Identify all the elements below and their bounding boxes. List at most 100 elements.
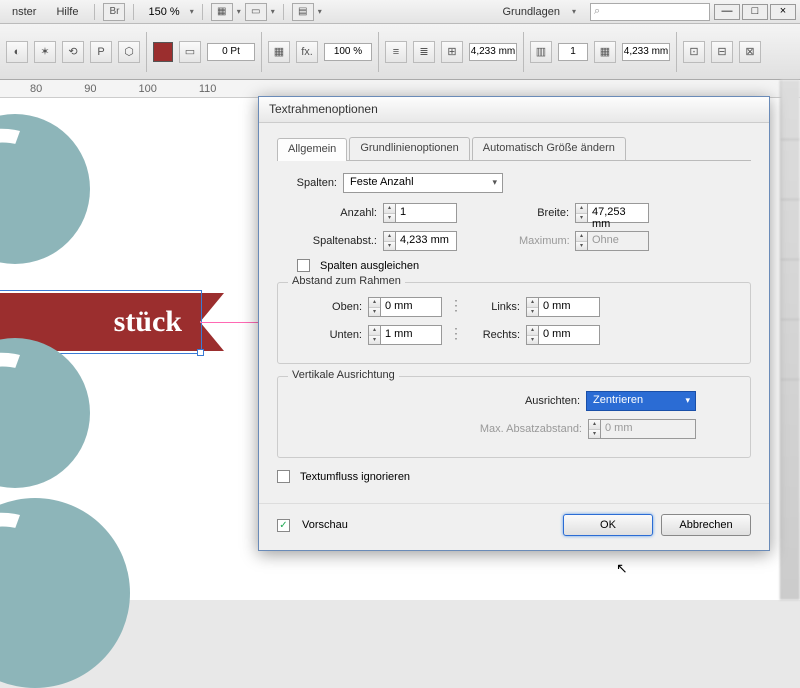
close-button[interactable]: × <box>770 4 796 20</box>
separator <box>94 4 95 20</box>
inset-spacing-group: Abstand zum Rahmen Oben: ▴▾0 mm ⋮ Links:… <box>277 282 751 364</box>
dialog-title: Textrahmenoptionen <box>259 97 769 123</box>
align-dropdown[interactable]: Zentrieren <box>586 391 696 411</box>
arrange-button[interactable]: ▤ <box>292 3 314 21</box>
artwork-circle <box>0 498 130 688</box>
dialog-tabs: Allgemein Grundlinienoptionen Automatisc… <box>277 137 751 161</box>
bottom-label: Unten: <box>292 329 362 341</box>
separator <box>676 32 677 72</box>
link-icon[interactable]: ⋮ <box>448 297 464 317</box>
view-options-button[interactable]: ▦ <box>211 3 233 21</box>
ignore-textwrap-checkbox[interactable] <box>277 470 290 483</box>
columns-icon[interactable]: ▥ <box>530 41 552 63</box>
tool-icon[interactable]: ⊡ <box>683 41 705 63</box>
link-icon[interactable]: ⋮ <box>448 325 464 345</box>
maximize-button[interactable]: □ <box>742 4 768 20</box>
gutter-input[interactable]: ▴▾4,233 mm <box>383 231 457 251</box>
chevron-down-icon[interactable]: ▾ <box>190 7 194 16</box>
menu-window[interactable]: nster <box>4 4 44 20</box>
menu-help[interactable]: Hilfe <box>48 4 86 20</box>
max-paragraph-spacing-input: ▴▾0 mm <box>588 419 696 439</box>
tool-icon[interactable]: ⊟ <box>711 41 733 63</box>
tool-icon[interactable]: ▦ <box>268 41 290 63</box>
tool-icon[interactable]: ⬡ <box>118 41 140 63</box>
columns-mode-dropdown[interactable]: Feste Anzahl <box>343 173 503 193</box>
columns-label: Spalten: <box>277 177 337 189</box>
vertical-justification-group: Vertikale Ausrichtung Ausrichten: Zentri… <box>277 376 751 458</box>
minimize-button[interactable]: — <box>714 4 740 20</box>
chevron-down-icon[interactable]: ▾ <box>572 7 576 16</box>
align-icon[interactable]: ≡ <box>385 41 407 63</box>
preview-label: Vorschau <box>302 519 348 531</box>
dialog-footer: Vorschau OK Abbrechen <box>259 503 769 550</box>
search-input[interactable] <box>590 3 710 21</box>
cancel-button[interactable]: Abbrechen <box>661 514 751 536</box>
ruler-tick: 110 <box>199 83 217 95</box>
stroke-icon[interactable]: ▭ <box>179 41 201 63</box>
balance-columns-checkbox[interactable] <box>297 259 310 272</box>
ruler-tick: 80 <box>30 83 42 95</box>
group-title: Abstand zum Rahmen <box>288 275 405 287</box>
tool-icon[interactable]: ▦ <box>594 41 616 63</box>
width-label: Breite: <box>519 207 569 219</box>
ignore-textwrap-label: Textumfluss ignorieren <box>300 471 410 483</box>
group-title: Vertikale Ausrichtung <box>288 369 399 381</box>
count-input[interactable]: ▴▾1 <box>383 203 457 223</box>
maximum-label: Maximum: <box>519 235 569 247</box>
maximum-input: ▴▾Ohne <box>575 231 649 251</box>
tab-autosize[interactable]: Automatisch Größe ändern <box>472 137 626 160</box>
tab-baseline[interactable]: Grundlinienoptionen <box>349 137 469 160</box>
tab-general[interactable]: Allgemein <box>277 138 347 161</box>
separator <box>283 4 284 20</box>
align-icon[interactable]: ≣ <box>413 41 435 63</box>
ruler-tick: 90 <box>84 83 96 95</box>
top-label: Oben: <box>292 301 362 313</box>
tool-icon[interactable]: ✶ <box>34 41 56 63</box>
control-panel: ◐ ✶ ⟲ P ⬡ ▭ ▦ fx. ≡ ≣ ⊞ ▥ ▦ ⊡ ⊟ ⊠ <box>0 24 800 80</box>
scale-input[interactable] <box>324 43 372 61</box>
fill-color-swatch[interactable] <box>153 42 173 62</box>
chevron-down-icon[interactable]: ▾ <box>271 7 275 16</box>
balance-columns-label: Spalten ausgleichen <box>320 260 419 272</box>
gap2-input[interactable] <box>622 43 670 61</box>
window-controls: — □ × <box>714 4 796 20</box>
search-icon: ⌕ <box>594 5 600 18</box>
align-label: Ausrichten: <box>440 395 580 407</box>
preview-checkbox[interactable] <box>277 519 290 532</box>
tool-icon[interactable]: ◐ <box>6 41 28 63</box>
zoom-level[interactable]: 150 % <box>142 4 185 20</box>
chevron-down-icon[interactable]: ▾ <box>318 7 322 16</box>
left-label: Links: <box>470 301 520 313</box>
count-label: Anzahl: <box>297 207 377 219</box>
top-input[interactable]: ▴▾0 mm <box>368 297 442 317</box>
tool-icon[interactable]: ⟲ <box>62 41 84 63</box>
menubar: nster Hilfe Br 150 % ▾ ▦ ▾ ▭ ▾ ▤ ▾ Grund… <box>0 0 800 24</box>
workspace-switcher[interactable]: Grundlagen <box>494 4 568 20</box>
separator <box>133 4 134 20</box>
screen-mode-button[interactable]: ▭ <box>245 3 267 21</box>
ribbon-text: stück <box>114 305 182 339</box>
separator <box>146 32 147 72</box>
width-input[interactable]: ▴▾47,253 mm <box>575 203 649 223</box>
left-input[interactable]: ▴▾0 mm <box>526 297 600 317</box>
panels-dock[interactable] <box>780 80 800 600</box>
ok-button[interactable]: OK <box>563 514 653 536</box>
type-tool-icon[interactable]: P <box>90 41 112 63</box>
stroke-weight-input[interactable] <box>207 43 255 61</box>
right-label: Rechts: <box>470 329 520 341</box>
tool-icon[interactable]: ⊠ <box>739 41 761 63</box>
text-frame-options-dialog: Textrahmenoptionen Allgemein Grundlinien… <box>258 96 770 551</box>
max-paragraph-spacing-label: Max. Absatzabstand: <box>442 423 582 435</box>
fx-button[interactable]: fx. <box>296 41 318 63</box>
columns-input[interactable] <box>558 43 588 61</box>
separator <box>523 32 524 72</box>
chevron-down-icon[interactable]: ▾ <box>237 7 241 16</box>
bridge-button[interactable]: Br <box>103 3 125 21</box>
separator <box>202 4 203 20</box>
bottom-input[interactable]: ▴▾1 mm <box>368 325 442 345</box>
right-input[interactable]: ▴▾0 mm <box>526 325 600 345</box>
textframe-options-icon[interactable]: ⊞ <box>441 41 463 63</box>
ruler-tick: 100 <box>139 83 157 95</box>
artwork-circle <box>0 338 90 488</box>
gap-input[interactable] <box>469 43 517 61</box>
